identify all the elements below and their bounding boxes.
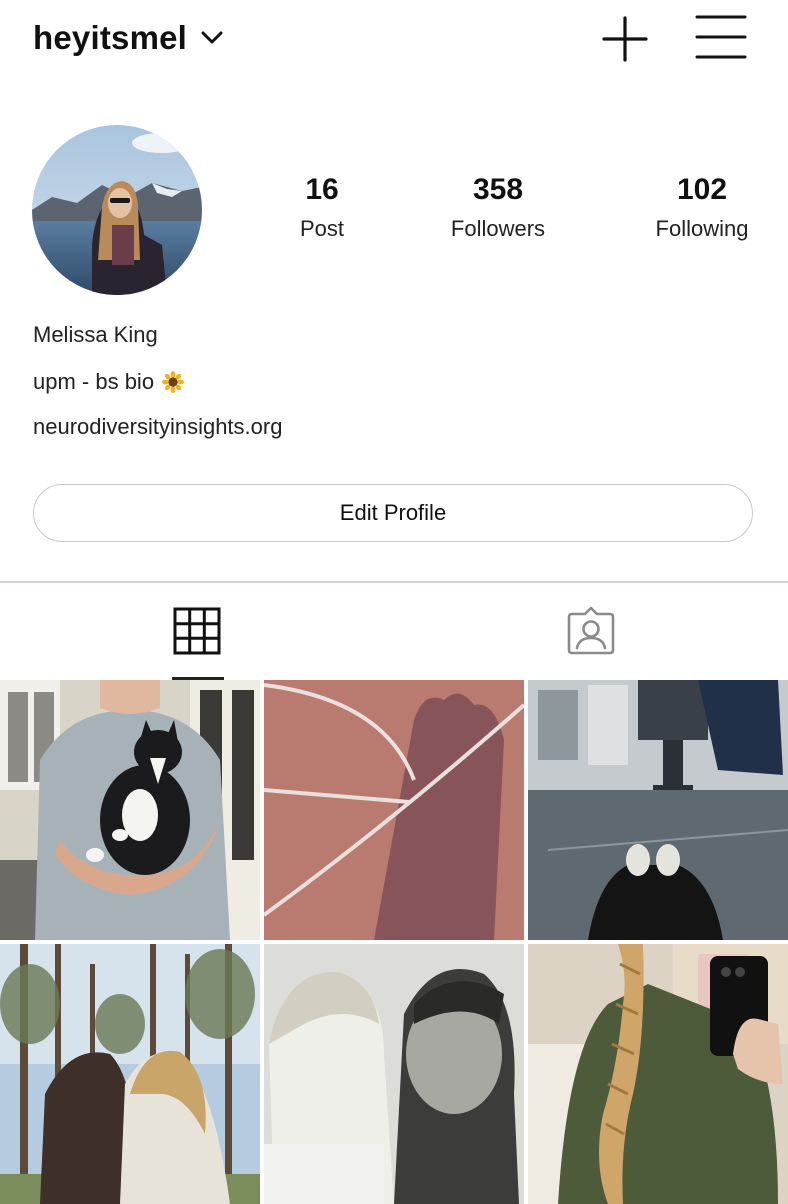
display-name: Melissa King xyxy=(33,322,158,347)
followers-count[interactable]: 358 Followers xyxy=(418,170,578,243)
post-thumbnail[interactable] xyxy=(264,680,524,940)
menu-button[interactable] xyxy=(694,12,748,62)
chevron-down-icon xyxy=(201,31,223,44)
posts-count-value: 16 xyxy=(305,173,339,206)
following-count-value: 102 xyxy=(676,173,728,206)
avatar[interactable] xyxy=(32,125,202,295)
tab-tagged[interactable] xyxy=(394,583,788,679)
followers-count-value: 358 xyxy=(472,173,524,206)
plus-icon xyxy=(602,16,648,62)
followers-count-label: Followers xyxy=(450,216,546,241)
posts-count[interactable]: 16 Post xyxy=(242,170,402,243)
post-thumbnail[interactable] xyxy=(0,944,260,1204)
posts-count-label: Post xyxy=(299,216,345,241)
tagged-person-icon xyxy=(567,606,615,655)
username: heyitsmel xyxy=(33,19,188,56)
bio: upm - bs bio xyxy=(33,367,185,397)
post-thumbnail[interactable] xyxy=(528,944,788,1204)
following-count-label: Following xyxy=(655,216,749,241)
grid-icon xyxy=(173,607,221,655)
username-dropdown[interactable]: heyitsmel xyxy=(33,14,223,62)
sunflower-icon xyxy=(162,371,185,393)
new-post-button[interactable] xyxy=(600,14,650,64)
post-thumbnail[interactable] xyxy=(528,680,788,940)
post-thumbnail[interactable] xyxy=(0,680,260,940)
tab-posts-grid[interactable] xyxy=(0,583,394,679)
hamburger-menu-icon xyxy=(695,15,747,59)
bio-text: upm - bs bio xyxy=(33,369,155,394)
website-link[interactable]: neurodiversityinsights.org xyxy=(33,412,282,442)
following-count[interactable]: 102 Following xyxy=(622,170,782,243)
post-thumbnail[interactable] xyxy=(264,944,524,1204)
edit-profile-button[interactable]: Edit Profile xyxy=(33,484,753,542)
